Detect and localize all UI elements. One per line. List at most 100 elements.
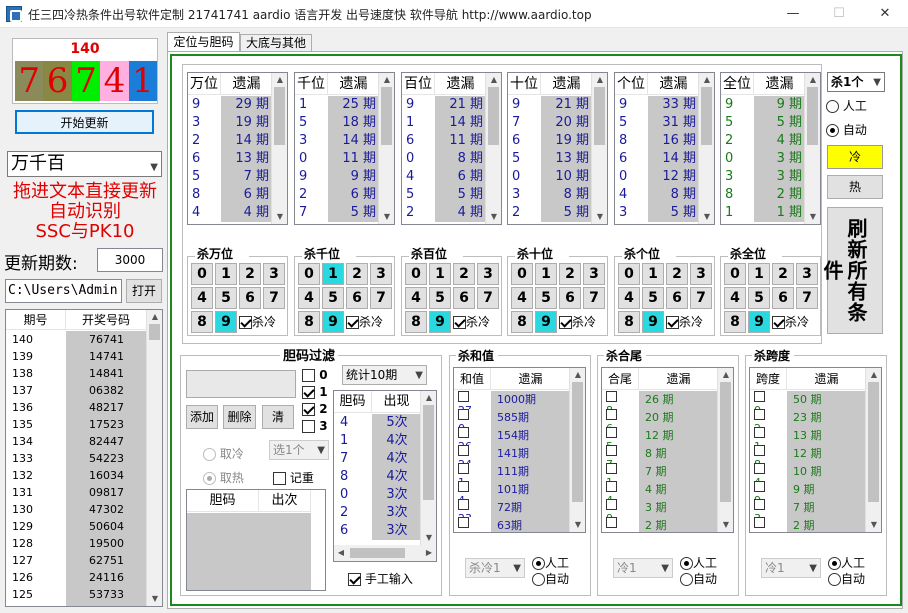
kill-digit-3-button[interactable]: 3 bbox=[690, 263, 712, 285]
kill-digit-3-button[interactable]: 3 bbox=[477, 263, 499, 285]
span-kill-select[interactable]: 冷1 ▼ bbox=[761, 558, 821, 578]
table-row[interactable]: 128 19500 bbox=[6, 535, 147, 552]
kill-digit-4-button[interactable]: 4 bbox=[298, 287, 320, 309]
list-item[interactable]: 11 期 bbox=[721, 204, 806, 222]
list-item[interactable]: 37 期 bbox=[750, 499, 867, 517]
sum-kill-select[interactable]: 杀冷1 ▼ bbox=[465, 558, 525, 578]
kill-digit-7-button[interactable]: 7 bbox=[370, 287, 392, 309]
list-item[interactable]: 7 20 期 bbox=[508, 114, 593, 132]
list-item[interactable]: 9 33 期 bbox=[615, 96, 700, 114]
kill-digit-4-button[interactable]: 4 bbox=[511, 287, 533, 309]
list-item[interactable]: 93 期 bbox=[602, 499, 719, 517]
kill-digit-9-button[interactable]: 9 bbox=[748, 311, 770, 333]
position-select[interactable]: 万千百 ▼ bbox=[7, 151, 162, 177]
open-file-button[interactable]: 打开 bbox=[126, 279, 162, 303]
list-item[interactable]: 2 14 期 bbox=[188, 132, 273, 150]
kill-digit-9-button[interactable]: 9 bbox=[535, 311, 557, 333]
table-row[interactable]: 131 09817 bbox=[6, 484, 147, 501]
table-row[interactable]: 8 4次 bbox=[334, 468, 422, 486]
list-item[interactable]: 0 12 期 bbox=[615, 168, 700, 186]
kill-cold-checkbox[interactable]: 杀冷 bbox=[453, 313, 490, 330]
kill-digit-6-button[interactable]: 6 bbox=[453, 287, 475, 309]
list-item[interactable]: 24 期 bbox=[402, 204, 487, 222]
list-item[interactable]: 32 期 bbox=[602, 517, 719, 532]
kill-digit-6-button[interactable]: 6 bbox=[559, 287, 581, 309]
auto-radio[interactable]: 自动 bbox=[826, 121, 867, 138]
update-count-input[interactable]: 3000 bbox=[97, 248, 163, 272]
kill-digit-0-button[interactable]: 0 bbox=[724, 263, 746, 285]
kill-digit-8-button[interactable]: 8 bbox=[405, 311, 427, 333]
list-item[interactable]: 33 期 bbox=[721, 168, 806, 186]
table-row[interactable]: 6 3次 bbox=[334, 522, 422, 540]
list-item[interactable]: 1 14 期 bbox=[402, 114, 487, 132]
list-item[interactable]: 78 期 bbox=[602, 445, 719, 463]
kill-digit-6-button[interactable]: 6 bbox=[666, 287, 688, 309]
list-item[interactable]: 24 期 bbox=[721, 132, 806, 150]
history-scrollbar[interactable]: ▲ ▼ bbox=[146, 310, 162, 606]
kill-cold-checkbox[interactable]: 杀冷 bbox=[239, 313, 276, 330]
kill-digit-5-button[interactable]: 5 bbox=[215, 287, 237, 309]
minimize-button[interactable]: — bbox=[770, 0, 816, 28]
kill-digit-1-button[interactable]: 1 bbox=[322, 263, 344, 285]
kill-digit-5-button[interactable]: 5 bbox=[642, 287, 664, 309]
start-update-button[interactable]: 开始更新 bbox=[15, 110, 154, 134]
list-item[interactable]: 46 期 bbox=[402, 168, 487, 186]
list-item[interactable]: 44 期 bbox=[188, 204, 273, 222]
list-item[interactable]: 6 11 期 bbox=[402, 132, 487, 150]
manual-radio[interactable]: 人工 bbox=[826, 97, 867, 114]
tail-kill-select[interactable]: 冷1 ▼ bbox=[613, 558, 673, 578]
table-row[interactable]: 129 50604 bbox=[6, 518, 147, 535]
kill-digit-2-button[interactable]: 2 bbox=[772, 263, 794, 285]
list-item[interactable]: 263期 bbox=[454, 517, 571, 532]
add-button[interactable]: 添加 bbox=[186, 405, 218, 429]
kill-digit-4-button[interactable]: 4 bbox=[405, 287, 427, 309]
list-item[interactable]: 3 14 期 bbox=[295, 132, 380, 150]
table-row[interactable]: 137 06382 bbox=[6, 382, 147, 399]
dan-check-0[interactable]: 0 bbox=[302, 368, 328, 382]
maximize-button[interactable]: ☐ bbox=[816, 0, 862, 28]
tail-manual-radio[interactable]: 人工 bbox=[680, 554, 717, 571]
kill-digit-6-button[interactable]: 6 bbox=[346, 287, 368, 309]
kill-digit-5-button[interactable]: 5 bbox=[535, 287, 557, 309]
list-item[interactable]: 08 期 bbox=[402, 150, 487, 168]
kill-digit-2-button[interactable]: 2 bbox=[453, 263, 475, 285]
list-item[interactable]: 826 期 bbox=[602, 391, 719, 409]
table-row[interactable]: 132 16034 bbox=[6, 467, 147, 484]
kill-digit-0-button[interactable]: 0 bbox=[511, 263, 533, 285]
list-item[interactable]: 75 期 bbox=[295, 204, 380, 222]
dan-check-3[interactable]: 3 bbox=[302, 419, 328, 433]
list-item[interactable]: 55 期 bbox=[721, 114, 806, 132]
list-item[interactable]: 113 期 bbox=[750, 427, 867, 445]
kill-digit-5-button[interactable]: 5 bbox=[748, 287, 770, 309]
list-item[interactable]: 0 11 期 bbox=[295, 150, 380, 168]
list-item[interactable]: 72 期 bbox=[750, 517, 867, 532]
table-row[interactable]: 1 4次 bbox=[334, 432, 422, 450]
kill-digit-8-button[interactable]: 8 bbox=[511, 311, 533, 333]
kill-digit-9-button[interactable]: 9 bbox=[429, 311, 451, 333]
list-item[interactable]: 223 期 bbox=[750, 409, 867, 427]
kill-digit-1-button[interactable]: 1 bbox=[535, 263, 557, 285]
kill-digit-0-button[interactable]: 0 bbox=[405, 263, 427, 285]
kill-digit-9-button[interactable]: 9 bbox=[642, 311, 664, 333]
list-item[interactable]: 82 期 bbox=[721, 186, 806, 204]
kill-cold-checkbox[interactable]: 杀冷 bbox=[666, 313, 703, 330]
list-item[interactable]: 8 16 期 bbox=[615, 132, 700, 150]
cold-button[interactable]: 冷 bbox=[827, 145, 883, 169]
table-row[interactable]: 133 54223 bbox=[6, 450, 147, 467]
table-row[interactable]: 140 76741 bbox=[6, 331, 147, 348]
kill-digit-7-button[interactable]: 7 bbox=[263, 287, 285, 309]
list-item[interactable]: 812 期 bbox=[750, 445, 867, 463]
pick-count-select[interactable]: 选1个 ▼ bbox=[269, 440, 329, 460]
list-item[interactable]: 410 期 bbox=[750, 463, 867, 481]
kill-digit-2-button[interactable]: 2 bbox=[346, 263, 368, 285]
hot-button[interactable]: 热 bbox=[827, 175, 883, 199]
list-item[interactable]: 9 21 期 bbox=[402, 96, 487, 114]
kill-digit-8-button[interactable]: 8 bbox=[724, 311, 746, 333]
list-item[interactable]: 48 期 bbox=[615, 186, 700, 204]
kill-digit-4-button[interactable]: 4 bbox=[724, 287, 746, 309]
kill-digit-0-button[interactable]: 0 bbox=[298, 263, 320, 285]
kill-digit-5-button[interactable]: 5 bbox=[429, 287, 451, 309]
table-row[interactable]: 7 4次 bbox=[334, 450, 422, 468]
list-item[interactable]: 6 13 期 bbox=[188, 150, 273, 168]
table-row[interactable]: 0 3次 bbox=[334, 486, 422, 504]
